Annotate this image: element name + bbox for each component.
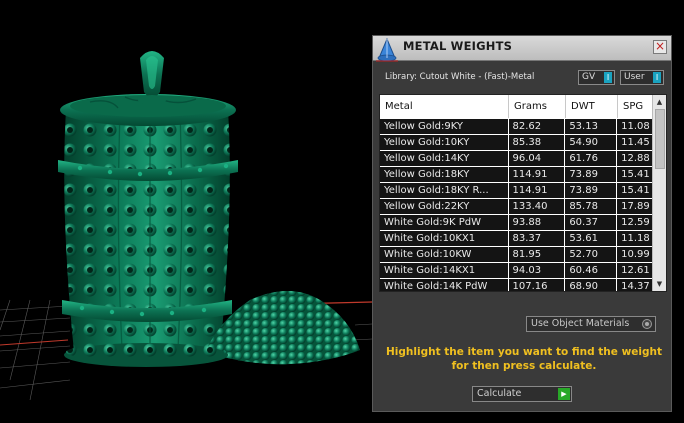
panel-title: METAL WEIGHTS	[403, 39, 513, 53]
spg-cell: 12.88	[617, 151, 654, 166]
grams-cell: 81.95	[508, 247, 565, 262]
table-row[interactable]: White Gold:9K PdW 93.88 60.37 12.59	[380, 214, 654, 230]
metal-cell: Yellow Gold:9KY	[380, 119, 508, 134]
metal-cell: White Gold:14K PdW	[380, 279, 508, 291]
3d-viewport[interactable]	[0, 0, 372, 423]
barrel-pendant-render	[0, 51, 372, 401]
scroll-up-arrow-icon[interactable]: ▲	[653, 97, 666, 107]
user-toggle[interactable]: User I	[620, 70, 664, 85]
metal-cell: White Gold:14KX1	[380, 263, 508, 278]
metal-cell: White Gold:10KX1	[380, 231, 508, 246]
calculate-button[interactable]: Calculate ▶	[472, 386, 572, 402]
dwt-cell: 60.37	[565, 215, 617, 230]
table-row[interactable]: Yellow Gold:18KY R... 114.91 73.89 15.41	[380, 182, 654, 198]
scroll-down-arrow-icon[interactable]: ▼	[653, 279, 666, 289]
grams-cell: 114.91	[508, 183, 565, 198]
table-row[interactable]: Yellow Gold:18KY 114.91 73.89 15.41	[380, 166, 654, 182]
use-object-materials-label: Use Object Materials	[531, 318, 630, 329]
spg-cell: 12.59	[617, 215, 654, 230]
dwt-cell: 54.90	[565, 135, 617, 150]
dwt-cell: 52.70	[565, 247, 617, 262]
user-toggle-label: User	[624, 72, 645, 82]
toggle-indicator-icon: I	[653, 72, 661, 83]
table-row[interactable]: Yellow Gold:14KY 96.04 61.76 12.88	[380, 150, 654, 166]
grams-cell: 82.62	[508, 119, 565, 134]
play-arrow-icon: ▶	[558, 388, 570, 400]
cone-logo-icon	[376, 37, 398, 62]
scrollbar-thumb[interactable]	[655, 109, 665, 169]
spg-cell: 15.41	[617, 167, 654, 182]
column-header-metal[interactable]: Metal	[380, 95, 509, 118]
table-scrollbar[interactable]: ▲ ▼	[652, 95, 666, 291]
dwt-cell: 53.13	[565, 119, 617, 134]
calculate-button-label: Calculate	[477, 388, 522, 399]
table-body: Yellow Gold:9KY 82.62 53.13 11.08 Yellow Gol…	[380, 118, 654, 291]
dwt-cell: 61.76	[565, 151, 617, 166]
spg-cell: 14.37	[617, 279, 654, 291]
dwt-cell: 73.89	[565, 167, 617, 182]
column-header-spg[interactable]: SPG	[618, 95, 654, 118]
dwt-cell: 73.89	[565, 183, 617, 198]
column-header-dwt[interactable]: DWT	[566, 95, 618, 118]
metal-cell: Yellow Gold:14KY	[380, 151, 508, 166]
grams-cell: 107.16	[508, 279, 565, 291]
metal-cell: Yellow Gold:22KY	[380, 199, 508, 214]
table-row[interactable]: Yellow Gold:9KY 82.62 53.13 11.08	[380, 118, 654, 134]
title-bar[interactable]: METAL WEIGHTS ×	[373, 36, 671, 62]
spg-cell: 11.45	[617, 135, 654, 150]
spg-cell: 17.89	[617, 199, 654, 214]
metal-table: Metal Grams DWT SPG Yellow Gold:9KY 82.62…	[379, 94, 667, 292]
grams-cell: 83.37	[508, 231, 565, 246]
spg-cell: 11.08	[617, 119, 654, 134]
dwt-cell: 85.78	[565, 199, 617, 214]
library-label: Library: Cutout White - (Fast)-Metal	[385, 72, 535, 82]
spg-cell: 12.61	[617, 263, 654, 278]
dwt-cell: 68.90	[565, 279, 617, 291]
table-row[interactable]: White Gold:14K PdW 107.16 68.90 14.37	[380, 278, 654, 291]
dwt-cell: 53.61	[565, 231, 617, 246]
grams-cell: 96.04	[508, 151, 565, 166]
table-row[interactable]: White Gold:10KX1 83.37 53.61 11.18	[380, 230, 654, 246]
close-button[interactable]: ×	[653, 40, 667, 54]
radio-icon	[642, 319, 652, 329]
spg-cell: 11.18	[617, 231, 654, 246]
metal-cell: Yellow Gold:18KY	[380, 167, 508, 182]
spg-cell: 10.99	[617, 247, 654, 262]
table-row[interactable]: Yellow Gold:22KY 133.40 85.78 17.89	[380, 198, 654, 214]
instruction-text: Highlight the item you want to find the …	[386, 346, 662, 372]
column-header-grams[interactable]: Grams	[509, 95, 566, 118]
table-row[interactable]: Yellow Gold:10KY 85.38 54.90 11.45	[380, 134, 654, 150]
metal-cell: White Gold:9K PdW	[380, 215, 508, 230]
spg-cell: 15.41	[617, 183, 654, 198]
gv-toggle[interactable]: GV I	[578, 70, 615, 85]
grams-cell: 114.91	[508, 167, 565, 182]
grams-cell: 85.38	[508, 135, 565, 150]
close-icon: ×	[654, 39, 666, 53]
grams-cell: 93.88	[508, 215, 565, 230]
gv-toggle-label: GV	[582, 72, 596, 82]
table-header: Metal Grams DWT SPG	[380, 95, 654, 119]
use-object-materials-option[interactable]: Use Object Materials	[526, 316, 656, 332]
metal-cell: Yellow Gold:10KY	[380, 135, 508, 150]
toggle-indicator-icon: I	[604, 72, 612, 83]
metal-cell: Yellow Gold:18KY R...	[380, 183, 508, 198]
dwt-cell: 60.46	[565, 263, 617, 278]
table-row[interactable]: White Gold:14KX1 94.03 60.46 12.61	[380, 262, 654, 278]
metal-weights-panel: METAL WEIGHTS × Library: Cutout White - …	[372, 35, 672, 412]
grams-cell: 133.40	[508, 199, 565, 214]
grams-cell: 94.03	[508, 263, 565, 278]
table-row[interactable]: White Gold:10KW 81.95 52.70 10.99	[380, 246, 654, 262]
metal-cell: White Gold:10KW	[380, 247, 508, 262]
